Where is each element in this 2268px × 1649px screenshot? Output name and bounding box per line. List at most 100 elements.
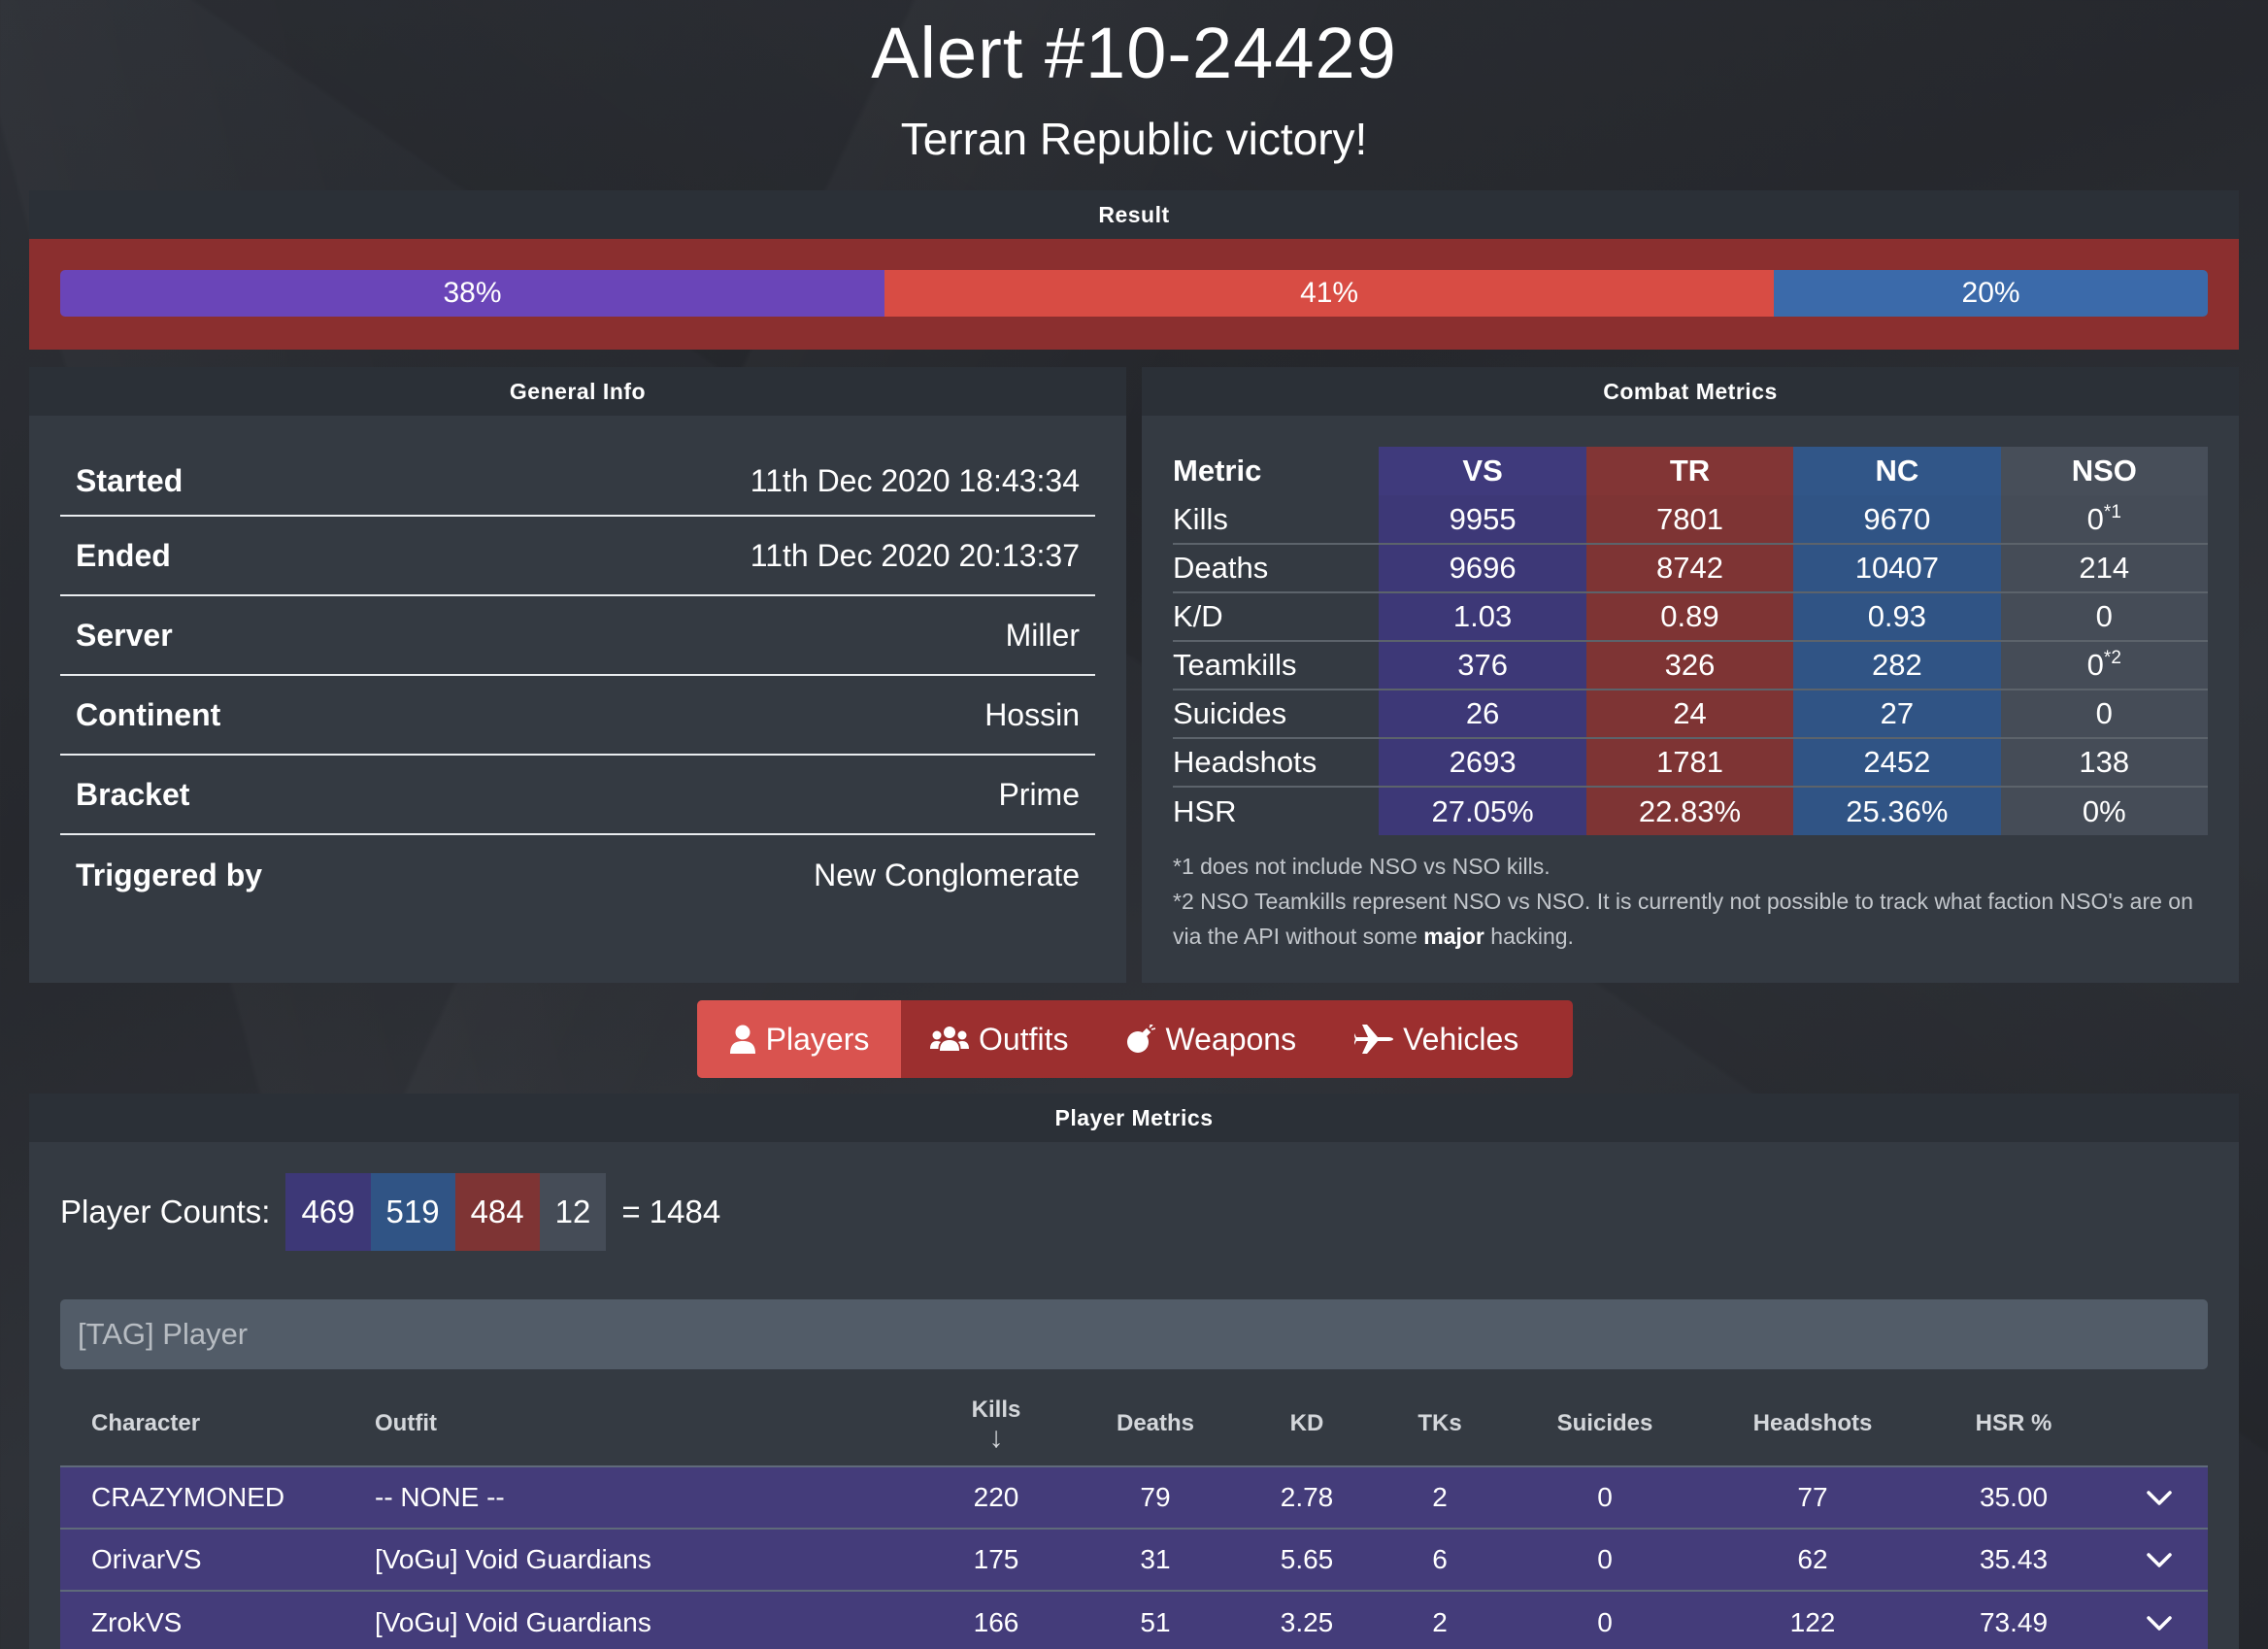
player-counts: Player Counts: 469 519 484 12 = 1484 xyxy=(60,1173,720,1251)
cell-character: OrivarVS xyxy=(60,1528,344,1591)
metric-row-kd: K/D 1.03 0.89 0.93 0 xyxy=(1173,591,2208,641)
footnote-1: *1 does not include NSO vs NSO kills. xyxy=(1173,854,1551,879)
page-title: Alert #10-24429 xyxy=(871,13,1397,93)
metric-nso: 214 xyxy=(2000,543,2208,592)
result-segment-nc: 20% xyxy=(1774,270,2208,317)
metric-tr: 1781 xyxy=(1585,737,1794,787)
info-key: Bracket xyxy=(76,776,190,812)
info-value: Hossin xyxy=(984,696,1080,732)
info-value: Prime xyxy=(998,776,1080,812)
cell-deaths: 51 xyxy=(1076,1590,1235,1649)
page-subtitle: Terran Republic victory! xyxy=(900,114,1368,164)
metric-tr: 326 xyxy=(1585,640,1794,690)
metric-tr: 7801 xyxy=(1585,495,1794,544)
table-row[interactable]: ZrokVS [VoGu] Void Guardians 166 51 3.25… xyxy=(60,1590,2208,1649)
cell-tks: 6 xyxy=(1379,1528,1501,1591)
metric-vs: 376 xyxy=(1379,640,1586,690)
bomb-icon xyxy=(1127,1025,1156,1053)
col-hsr[interactable]: HSR % xyxy=(1917,1381,2111,1466)
metric-nso: 0% xyxy=(2000,786,2208,835)
cell-kd: 3.25 xyxy=(1235,1590,1379,1649)
info-key: Triggered by xyxy=(76,857,263,892)
col-deaths[interactable]: Deaths xyxy=(1076,1381,1235,1466)
player-metrics-panel: Player Metrics Player Counts: 469 519 48… xyxy=(29,1094,2239,1649)
tab-label: Players xyxy=(765,1021,870,1057)
metric-tr: 0.89 xyxy=(1585,591,1794,641)
sort-desc-icon: ↓ xyxy=(988,1421,1004,1454)
player-count-vs: 469 xyxy=(285,1173,371,1251)
plane-icon xyxy=(1354,1025,1394,1054)
table-row[interactable]: CRAZYMONED -- NONE -- 220 79 2.78 2 0 77… xyxy=(60,1465,2208,1529)
footnotes: *1 does not include NSO vs NSO kills. *2… xyxy=(1173,849,2208,954)
player-metrics-heading: Player Metrics xyxy=(29,1094,2239,1142)
metric-tr: 24 xyxy=(1585,689,1794,738)
result-heading: Result xyxy=(29,190,2239,239)
info-row-continent: Continent Hossin xyxy=(60,676,1095,756)
metric-row-hsr: HSR 27.05% 22.83% 25.36% 0% xyxy=(1173,786,2208,835)
tab-label: Outfits xyxy=(979,1021,1069,1057)
info-row-started: Started 11th Dec 2020 18:43:34 xyxy=(60,447,1095,517)
col-outfit[interactable]: Outfit xyxy=(344,1381,917,1466)
info-key: Ended xyxy=(76,537,171,573)
cell-headshots: 77 xyxy=(1709,1465,1917,1529)
col-headshots[interactable]: Headshots xyxy=(1709,1381,1917,1466)
metric-row-suicides: Suicides 26 24 27 0 xyxy=(1173,689,2208,738)
metric-name: Kills xyxy=(1173,501,1228,536)
col-character[interactable]: Character xyxy=(60,1381,344,1466)
metric-nso: 0*1 xyxy=(2000,495,2208,544)
col-kills[interactable]: Kills ↓ xyxy=(917,1381,1076,1466)
tab-weapons[interactable]: Weapons xyxy=(1097,1000,1325,1078)
cell-headshots: 62 xyxy=(1709,1528,1917,1591)
footnote-2-tail: hacking. xyxy=(1484,924,1574,949)
expand-row-button[interactable] xyxy=(2111,1590,2208,1649)
tab-outfits[interactable]: Outfits xyxy=(901,1000,1097,1078)
users-icon xyxy=(930,1026,969,1051)
general-info-heading: General Info xyxy=(29,367,1126,416)
chevron-down-icon xyxy=(2147,1491,2172,1505)
cell-kd: 2.78 xyxy=(1235,1465,1379,1529)
metric-nc: 9670 xyxy=(1793,495,2001,544)
footnote-2-text: *2 NSO Teamkills represent NSO vs NSO. I… xyxy=(1173,889,2193,949)
cell-kd: 5.65 xyxy=(1235,1528,1379,1591)
player-count-nc: 519 xyxy=(370,1173,455,1251)
cell-kills: 175 xyxy=(917,1528,1076,1591)
table-row[interactable]: OrivarVS [VoGu] Void Guardians 175 31 5.… xyxy=(60,1528,2208,1591)
user-icon xyxy=(729,1025,755,1054)
cell-deaths: 79 xyxy=(1076,1465,1235,1529)
info-row-bracket: Bracket Prime xyxy=(60,756,1095,835)
player-count-tr: 484 xyxy=(454,1173,540,1251)
cell-character: CRAZYMONED xyxy=(60,1465,344,1529)
chevron-down-icon xyxy=(2147,1553,2172,1567)
cell-hsr: 35.43 xyxy=(1917,1528,2111,1591)
metric-nso-value: 0 xyxy=(2086,648,2104,682)
col-kd[interactable]: KD xyxy=(1235,1381,1379,1466)
expand-row-button[interactable] xyxy=(2111,1528,2208,1591)
combat-metrics-heading: Combat Metrics xyxy=(1142,367,2239,416)
combat-metrics-table: Metric VS TR NC NSO Kills 9955 7801 9670… xyxy=(1173,447,2208,835)
info-value: New Conglomerate xyxy=(814,857,1080,892)
metric-nc: 27 xyxy=(1793,689,2001,738)
metric-nc: 282 xyxy=(1793,640,2001,690)
expand-row-button[interactable] xyxy=(2111,1465,2208,1529)
tab-label: Vehicles xyxy=(1403,1021,1519,1057)
metric-vs: 2693 xyxy=(1379,737,1586,787)
cell-headshots: 122 xyxy=(1709,1590,1917,1649)
info-row-server: Server Miller xyxy=(60,596,1095,676)
player-search-input[interactable]: [TAG] Player xyxy=(60,1299,2208,1369)
chevron-down-icon xyxy=(2147,1615,2172,1631)
metric-nc: 2452 xyxy=(1793,737,2001,787)
result-progress-bar: 38% 41% 20% xyxy=(60,270,2208,317)
tab-players[interactable]: Players xyxy=(697,1000,901,1078)
info-key: Started xyxy=(76,462,183,498)
col-expand xyxy=(2111,1381,2208,1466)
col-suicides[interactable]: Suicides xyxy=(1501,1381,1709,1466)
col-tks[interactable]: TKs xyxy=(1379,1381,1501,1466)
metric-name: HSR xyxy=(1173,786,1380,835)
metric-row-headshots: Headshots 2693 1781 2452 138 xyxy=(1173,737,2208,787)
metric-nso: 138 xyxy=(2000,737,2208,787)
col-tr: TR xyxy=(1585,447,1794,495)
tab-vehicles[interactable]: Vehicles xyxy=(1325,1000,1548,1078)
metric-nc: 0.93 xyxy=(1793,591,2001,641)
metric-vs: 1.03 xyxy=(1379,591,1586,641)
tab-label: Weapons xyxy=(1165,1021,1297,1057)
